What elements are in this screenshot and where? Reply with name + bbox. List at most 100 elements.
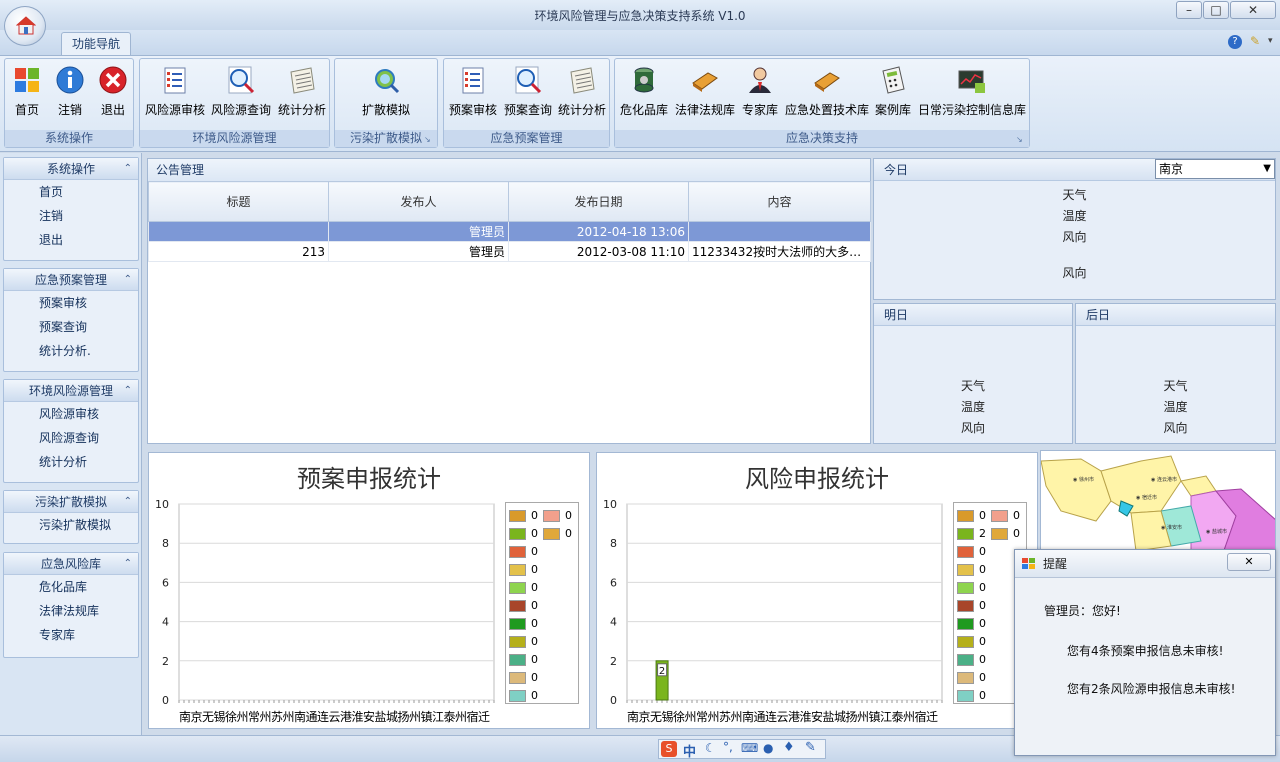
skin-shirt-icon[interactable]: ♦ bbox=[783, 740, 795, 755]
plot-area bbox=[626, 503, 943, 701]
sidebar-group-header[interactable]: 环境风险源管理 ⌃ bbox=[4, 380, 138, 402]
sidebar-group-header[interactable]: 系统操作 ⌃ bbox=[4, 158, 138, 180]
moon-icon[interactable]: ☾ bbox=[705, 741, 716, 755]
app-small-icon bbox=[1022, 558, 1036, 570]
sidebar-item-risk-query[interactable]: 风险源查询 bbox=[4, 426, 138, 450]
sidebar-item-home[interactable]: 首页 bbox=[4, 180, 138, 204]
sogou-logo-icon[interactable]: S bbox=[661, 741, 677, 757]
home-button[interactable]: 首页 bbox=[7, 63, 47, 119]
region-map-graphic: ◉ 徐州市 ◉ 连云港市 ◉ 宿迁市 ◉ 淮安市 ◉ 盐城市 bbox=[1041, 455, 1275, 557]
y-tick-label: 2 bbox=[162, 655, 169, 668]
y-tick-label: 0 bbox=[162, 694, 169, 707]
plan-query-button[interactable]: 预案查询 bbox=[501, 63, 555, 119]
sidebar-item-plan-query[interactable]: 预案查询 bbox=[4, 315, 138, 339]
sidebar-item-diffusion-simulation[interactable]: 污染扩散模拟 bbox=[4, 513, 138, 537]
legend-swatch bbox=[509, 510, 526, 522]
case-library-button[interactable]: 案例库 bbox=[872, 63, 914, 119]
collapse-chevron-icon[interactable]: ⌃ bbox=[124, 158, 132, 180]
maximize-button[interactable]: □ bbox=[1203, 1, 1229, 19]
legend-swatch bbox=[991, 510, 1008, 522]
weather-tomorrow-condition: 天气 bbox=[960, 379, 985, 393]
legend-value: 2 bbox=[979, 527, 986, 540]
ribbon-menu-chevron-icon[interactable]: ▾ bbox=[1268, 36, 1273, 46]
column-header-date[interactable]: 发布日期 bbox=[508, 181, 689, 222]
plan-review-button[interactable]: 预案审核 bbox=[446, 63, 500, 119]
sidebar-item-logout[interactable]: 注销 bbox=[4, 204, 138, 228]
plan-statistics-button[interactable]: 统计分析 bbox=[555, 63, 609, 119]
expert-library-button[interactable]: 专家库 bbox=[738, 63, 782, 119]
settings-key-icon[interactable]: ✎ bbox=[1250, 34, 1266, 50]
sidebar-item-laws[interactable]: 法律法规库 bbox=[4, 599, 138, 623]
cell-publisher: 管理员 bbox=[328, 241, 509, 262]
sidebar-group-header[interactable]: 污染扩散模拟 ⌃ bbox=[4, 491, 138, 513]
collapse-chevron-icon[interactable]: ⌃ bbox=[124, 491, 132, 513]
legend-swatch bbox=[509, 672, 526, 684]
group-launcher-icon[interactable]: ↘ bbox=[1016, 135, 1026, 145]
sidebar-item-risk-statistics[interactable]: 统计分析 bbox=[4, 450, 138, 474]
svg-text:◉ 徐州市: ◉ 徐州市 bbox=[1073, 476, 1094, 483]
minimize-button[interactable]: – bbox=[1176, 1, 1202, 19]
ime-chinese-mode[interactable]: 中 bbox=[683, 741, 696, 760]
y-tick-label: 6 bbox=[610, 576, 617, 589]
legend-swatch bbox=[957, 564, 974, 576]
help-icon[interactable]: ? bbox=[1228, 35, 1242, 49]
emergency-tech-library-button[interactable]: 应急处置技术库 bbox=[783, 63, 871, 119]
weather-after-temperature: 温度 bbox=[1163, 400, 1188, 414]
punctuation-icon[interactable]: °, bbox=[723, 740, 733, 754]
popup-close-button[interactable]: ✕ bbox=[1227, 553, 1271, 571]
risk-source-review-button[interactable]: 风险源审核 bbox=[142, 63, 208, 119]
risk-statistics-button[interactable]: 统计分析 bbox=[274, 63, 330, 119]
diffusion-simulation-button[interactable]: 扩散模拟 bbox=[353, 63, 419, 119]
table-row[interactable]: 213 管理员 2012-03-08 11:10 11233432按时大法师的大… bbox=[148, 241, 871, 262]
weather-today-wind: 风向 bbox=[1062, 230, 1087, 244]
close-window-button[interactable]: ✕ bbox=[1230, 1, 1276, 19]
app-logo-button[interactable] bbox=[4, 6, 46, 46]
group-launcher-icon[interactable]: ↘ bbox=[424, 135, 434, 145]
y-tick-label: 10 bbox=[155, 498, 169, 511]
collapse-chevron-icon[interactable]: ⌃ bbox=[124, 269, 132, 291]
city-select[interactable]: 南京 ▼ bbox=[1155, 159, 1275, 179]
sidebar-group-header[interactable]: 应急风险库 ⌃ bbox=[4, 553, 138, 575]
sidebar-group-diffusion: 污染扩散模拟 ⌃ 污染扩散模拟 bbox=[3, 490, 139, 544]
risk-source-query-button[interactable]: 风险源查询 bbox=[208, 63, 274, 119]
exit-button[interactable]: 退出 bbox=[93, 63, 133, 119]
sidebar-item-exit[interactable]: 退出 bbox=[4, 228, 138, 252]
weather-after-title: 后日 bbox=[1076, 304, 1275, 326]
collapse-chevron-icon[interactable]: ⌃ bbox=[124, 553, 132, 575]
svg-text:◉ 连云港市: ◉ 连云港市 bbox=[1151, 476, 1177, 483]
sidebar-item-plan-statistics[interactable]: 统计分析. bbox=[4, 339, 138, 363]
column-header-content[interactable]: 内容 bbox=[688, 181, 871, 222]
column-header-publisher[interactable]: 发布人 bbox=[328, 181, 509, 222]
sidebar-item-hazardous-chemicals[interactable]: 危化品库 bbox=[4, 575, 138, 599]
laws-regulations-button[interactable]: 法律法规库 bbox=[672, 63, 738, 119]
legend-value: 0 bbox=[979, 581, 986, 594]
sidebar-group-emergency-plan: 应急预案管理 ⌃ 预案审核 预案查询 统计分析. bbox=[3, 268, 139, 372]
user-icon[interactable]: ● bbox=[763, 741, 773, 755]
keyboard-icon[interactable]: ⌨ bbox=[741, 741, 758, 755]
globe-search-icon bbox=[375, 69, 400, 94]
legend-swatch bbox=[957, 546, 974, 558]
risk-report-chart: 风险申报统计 0 2 4 6 8 10 2 南京无锡徐州常州苏州南通连云港淮安盐城扬州镇江泰… bbox=[596, 452, 1038, 729]
legend-swatch bbox=[509, 690, 526, 702]
legend-swatch bbox=[991, 528, 1008, 540]
column-header-title[interactable]: 标题 bbox=[148, 181, 329, 222]
sidebar-item-risk-review[interactable]: 风险源审核 bbox=[4, 402, 138, 426]
table-row[interactable]: 管理员 2012-04-18 13:06 bbox=[148, 221, 871, 242]
weather-tomorrow-panel: 明日 天气 温度 风向 bbox=[873, 303, 1073, 444]
sidebar-item-experts[interactable]: 专家库 bbox=[4, 623, 138, 647]
legend-swatch bbox=[509, 654, 526, 666]
wrench-icon[interactable]: ✎ bbox=[805, 740, 816, 755]
logout-button[interactable]: 注销 bbox=[50, 63, 90, 119]
collapse-chevron-icon[interactable]: ⌃ bbox=[124, 380, 132, 402]
legend-swatch bbox=[957, 528, 974, 540]
legend-value: 0 bbox=[531, 545, 538, 558]
sidebar-item-plan-review[interactable]: 预案审核 bbox=[4, 291, 138, 315]
ime-toolbar[interactable]: S 中 ☾ °, ⌨ ● ♦ ✎ bbox=[658, 739, 826, 760]
tab-function-navigation[interactable]: 功能导航 bbox=[61, 32, 131, 56]
jiangsu-map[interactable]: ◉ 徐州市 ◉ 连云港市 ◉ 宿迁市 ◉ 淮安市 ◉ 盐城市 bbox=[1040, 450, 1276, 558]
svg-text:◉ 盐城市: ◉ 盐城市 bbox=[1206, 528, 1227, 535]
sidebar-group-header[interactable]: 应急预案管理 ⌃ bbox=[4, 269, 138, 291]
ribbon-tab-strip bbox=[0, 30, 1280, 56]
daily-pollution-control-button[interactable]: 日常污染控制信息库 bbox=[915, 63, 1029, 119]
hazardous-chemicals-button[interactable]: 危化品库 bbox=[617, 63, 671, 119]
